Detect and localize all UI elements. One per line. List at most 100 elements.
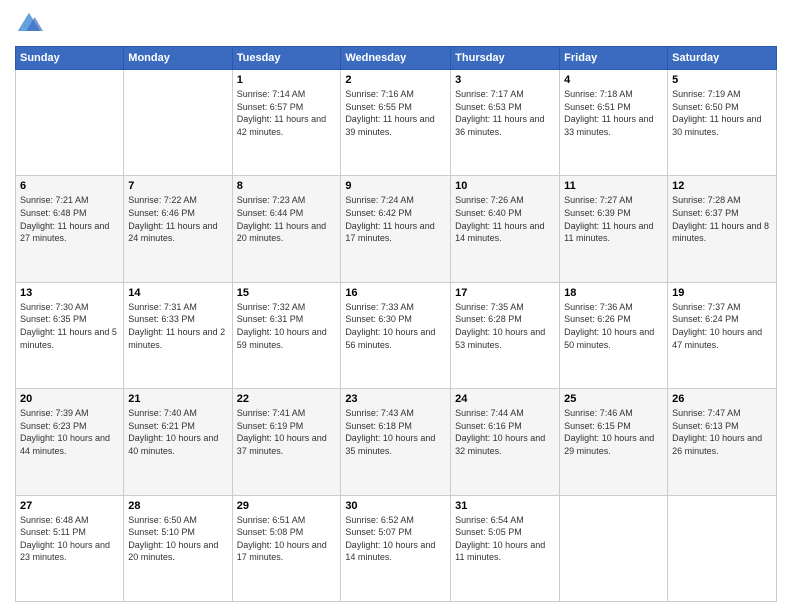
calendar-cell: 29 Sunrise: 6:51 AMSunset: 5:08 PMDayligh… [232, 495, 341, 601]
day-info: Sunrise: 7:27 AMSunset: 6:39 PMDaylight:… [564, 194, 663, 244]
calendar-cell: 17Sunrise: 7:35 AMSunset: 6:28 PMDayligh… [451, 282, 560, 388]
page: SundayMondayTuesdayWednesdayThursdayFrid… [0, 0, 792, 612]
day-info: Sunrise: 7:16 AMSunset: 6:55 PMDaylight:… [345, 88, 446, 138]
header-tuesday: Tuesday [232, 47, 341, 70]
day-info: Sunrise: 7:39 AMSunset: 6:23 PMDaylight:… [20, 407, 119, 457]
day-info: Sunrise: 6:54 AMSunset: 5:05 PMDaylight:… [455, 514, 555, 564]
day-number: 19 [672, 287, 772, 299]
day-number: 6 [20, 180, 119, 192]
day-number: 10 [455, 180, 555, 192]
calendar-cell: 22 Sunrise: 7:41 AMSunset: 6:19 PMDayligh… [232, 389, 341, 495]
day-number: 24 [455, 393, 555, 405]
calendar-cell [668, 495, 777, 601]
calendar-cell: 28Sunrise: 6:50 AMSunset: 5:10 PMDayligh… [124, 495, 232, 601]
day-number: 22 [237, 393, 337, 405]
day-number: 27 [20, 500, 119, 512]
header-wednesday: Wednesday [341, 47, 451, 70]
header [15, 10, 777, 38]
header-friday: Friday [560, 47, 668, 70]
day-info: Sunrise: 7:44 AMSunset: 6:16 PMDaylight:… [455, 407, 555, 457]
calendar-cell: 21 Sunrise: 7:40 AMSunset: 6:21 PMDayligh… [124, 389, 232, 495]
header-monday: Monday [124, 47, 232, 70]
calendar-cell: 14 Sunrise: 7:31 AMSunset: 6:33 PMDayligh… [124, 282, 232, 388]
day-number: 12 [672, 180, 772, 192]
calendar-cell: 25 Sunrise: 7:46 AMSunset: 6:15 PMDayligh… [560, 389, 668, 495]
day-info: Sunrise: 7:30 AMSunset: 6:35 PMDaylight:… [20, 301, 119, 351]
calendar-cell: 5 Sunrise: 7:19 AMSunset: 6:50 PMDaylight… [668, 70, 777, 176]
day-info: Sunrise: 7:32 AMSunset: 6:31 PMDaylight:… [237, 301, 337, 351]
calendar-cell: 13 Sunrise: 7:30 AMSunset: 6:35 PMDayligh… [16, 282, 124, 388]
day-info: Sunrise: 7:33 AMSunset: 6:30 PMDaylight:… [345, 301, 446, 351]
day-info: Sunrise: 7:28 AMSunset: 6:37 PMDaylight:… [672, 194, 772, 244]
calendar-cell: 20 Sunrise: 7:39 AMSunset: 6:23 PMDayligh… [16, 389, 124, 495]
day-number: 20 [20, 393, 119, 405]
calendar-cell: 6 Sunrise: 7:21 AMSunset: 6:48 PMDaylight… [16, 176, 124, 282]
week-row-1: 6 Sunrise: 7:21 AMSunset: 6:48 PMDaylight… [16, 176, 777, 282]
day-info: Sunrise: 7:22 AMSunset: 6:46 PMDaylight:… [128, 194, 227, 244]
logo-icon [15, 10, 43, 38]
calendar-cell: 26 Sunrise: 7:47 AMSunset: 6:13 PMDayligh… [668, 389, 777, 495]
day-info: Sunrise: 7:14 AMSunset: 6:57 PMDaylight:… [237, 88, 337, 138]
calendar-cell: 31 Sunrise: 6:54 AMSunset: 5:05 PMDayligh… [451, 495, 560, 601]
calendar-cell: 30 Sunrise: 6:52 AMSunset: 5:07 PMDayligh… [341, 495, 451, 601]
calendar-cell [16, 70, 124, 176]
day-info: Sunrise: 7:47 AMSunset: 6:13 PMDaylight:… [672, 407, 772, 457]
day-number: 29 [237, 500, 337, 512]
day-info: Sunrise: 7:36 AMSunset: 6:26 PMDaylight:… [564, 301, 663, 351]
day-info: Sunrise: 7:31 AMSunset: 6:33 PMDaylight:… [128, 301, 227, 351]
day-info: Sunrise: 6:52 AMSunset: 5:07 PMDaylight:… [345, 514, 446, 564]
day-number: 14 [128, 287, 227, 299]
calendar-cell: 9 Sunrise: 7:24 AMSunset: 6:42 PMDaylight… [341, 176, 451, 282]
week-row-2: 13 Sunrise: 7:30 AMSunset: 6:35 PMDayligh… [16, 282, 777, 388]
day-info: Sunrise: 6:48 AMSunset: 5:11 PMDaylight:… [20, 514, 119, 564]
calendar-cell: 15Sunrise: 7:32 AMSunset: 6:31 PMDayligh… [232, 282, 341, 388]
calendar-cell: 16 Sunrise: 7:33 AMSunset: 6:30 PMDayligh… [341, 282, 451, 388]
week-row-4: 27 Sunrise: 6:48 AMSunset: 5:11 PMDayligh… [16, 495, 777, 601]
day-info: Sunrise: 7:19 AMSunset: 6:50 PMDaylight:… [672, 88, 772, 138]
calendar-cell: 27 Sunrise: 6:48 AMSunset: 5:11 PMDayligh… [16, 495, 124, 601]
day-info: Sunrise: 6:51 AMSunset: 5:08 PMDaylight:… [237, 514, 337, 564]
calendar-cell: 7Sunrise: 7:22 AMSunset: 6:46 PMDaylight… [124, 176, 232, 282]
calendar-header-row: SundayMondayTuesdayWednesdayThursdayFrid… [16, 47, 777, 70]
day-number: 2 [345, 74, 446, 86]
day-info: Sunrise: 7:41 AMSunset: 6:19 PMDaylight:… [237, 407, 337, 457]
day-number: 4 [564, 74, 663, 86]
day-info: Sunrise: 7:17 AMSunset: 6:53 PMDaylight:… [455, 88, 555, 138]
header-thursday: Thursday [451, 47, 560, 70]
day-info: Sunrise: 7:43 AMSunset: 6:18 PMDaylight:… [345, 407, 446, 457]
day-number: 16 [345, 287, 446, 299]
calendar-cell: 8 Sunrise: 7:23 AMSunset: 6:44 PMDaylight… [232, 176, 341, 282]
calendar-cell: 10 Sunrise: 7:26 AMSunset: 6:40 PMDayligh… [451, 176, 560, 282]
day-number: 23 [345, 393, 446, 405]
day-number: 30 [345, 500, 446, 512]
day-number: 25 [564, 393, 663, 405]
day-number: 31 [455, 500, 555, 512]
day-info: Sunrise: 7:23 AMSunset: 6:44 PMDaylight:… [237, 194, 337, 244]
calendar-cell: 19 Sunrise: 7:37 AMSunset: 6:24 PMDayligh… [668, 282, 777, 388]
calendar-table: SundayMondayTuesdayWednesdayThursdayFrid… [15, 46, 777, 602]
day-info: Sunrise: 7:40 AMSunset: 6:21 PMDaylight:… [128, 407, 227, 457]
day-number: 8 [237, 180, 337, 192]
day-number: 28 [128, 500, 227, 512]
day-number: 9 [345, 180, 446, 192]
day-info: Sunrise: 7:26 AMSunset: 6:40 PMDaylight:… [455, 194, 555, 244]
day-number: 1 [237, 74, 337, 86]
day-info: Sunrise: 7:21 AMSunset: 6:48 PMDaylight:… [20, 194, 119, 244]
day-info: Sunrise: 7:24 AMSunset: 6:42 PMDaylight:… [345, 194, 446, 244]
day-info: Sunrise: 7:37 AMSunset: 6:24 PMDaylight:… [672, 301, 772, 351]
calendar-cell: 3Sunrise: 7:17 AMSunset: 6:53 PMDaylight… [451, 70, 560, 176]
day-number: 5 [672, 74, 772, 86]
calendar-cell: 12 Sunrise: 7:28 AMSunset: 6:37 PMDayligh… [668, 176, 777, 282]
calendar-cell [560, 495, 668, 601]
calendar-cell: 1 Sunrise: 7:14 AMSunset: 6:57 PMDaylight… [232, 70, 341, 176]
calendar-cell [124, 70, 232, 176]
day-info: Sunrise: 7:46 AMSunset: 6:15 PMDaylight:… [564, 407, 663, 457]
day-number: 13 [20, 287, 119, 299]
calendar-cell: 11Sunrise: 7:27 AMSunset: 6:39 PMDayligh… [560, 176, 668, 282]
calendar-cell: 4Sunrise: 7:18 AMSunset: 6:51 PMDaylight… [560, 70, 668, 176]
day-number: 26 [672, 393, 772, 405]
calendar-cell: 18 Sunrise: 7:36 AMSunset: 6:26 PMDayligh… [560, 282, 668, 388]
day-number: 21 [128, 393, 227, 405]
day-number: 18 [564, 287, 663, 299]
week-row-3: 20 Sunrise: 7:39 AMSunset: 6:23 PMDayligh… [16, 389, 777, 495]
